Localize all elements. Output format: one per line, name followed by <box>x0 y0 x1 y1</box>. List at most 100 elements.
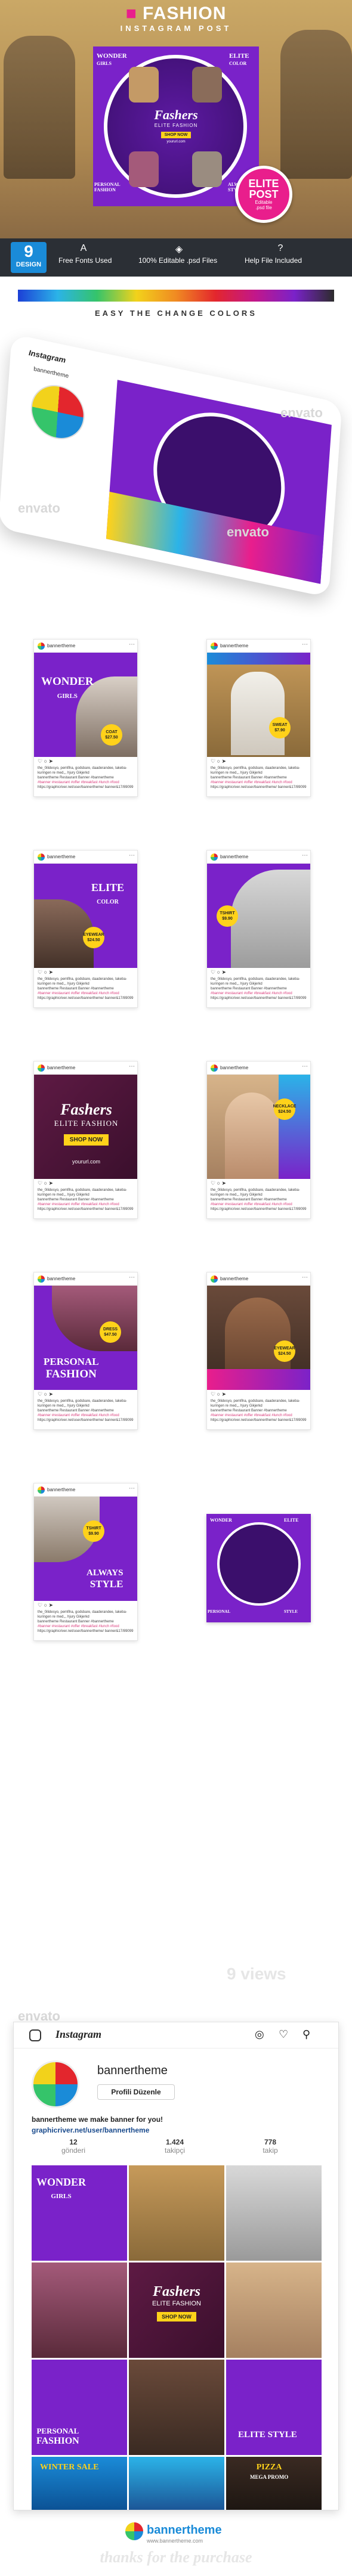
post-caption: the_0ilidesyo, pemfiha, godsbare, daader… <box>211 1399 307 1422</box>
post-center-block: Fashers ELITE FASHION SHOP NOW yoururl.c… <box>34 1101 137 1165</box>
views-watermark: 9 views <box>227 1964 286 1983</box>
post-actions[interactable]: ♡ ○ ➤ <box>211 1391 226 1398</box>
grid-cell-9[interactable]: ELITE STYLE <box>226 2360 322 2455</box>
post-header: bannertheme ⋯ <box>207 851 310 864</box>
post-card-2: bannertheme ⋯ SWEAT $7.90 ♡ ○ ➤ the_0ilide… <box>206 639 311 797</box>
page: ■ FASHION INSTAGRAM POST WONDER GIRLS ELI… <box>0 0 352 2576</box>
more-icon[interactable]: ⋯ <box>302 641 308 648</box>
post-username: bannertheme <box>47 1487 76 1492</box>
post-title: PERSONAL FASHION <box>44 1356 99 1380</box>
model-photo <box>225 1093 279 1179</box>
profile-app-name: Instagram <box>55 2028 102 2040</box>
post-username: bannertheme <box>47 854 76 859</box>
price-badge: SWEAT $7.90 <box>269 717 291 738</box>
grid-cell-title: WONDER GIRLS <box>36 2176 87 2200</box>
post-actions[interactable]: ♡ ○ ➤ <box>38 969 53 976</box>
model-photo <box>231 672 285 755</box>
post-url: yoururl.com <box>72 1159 100 1165</box>
grid-script-sub: ELITE FASHION <box>152 2300 201 2307</box>
grid-cell-10[interactable]: WINTER SALE <box>32 2457 127 2510</box>
profile-header: Instagram ◎ ♡ ⚲ <box>14 2022 338 2049</box>
post-actions[interactable]: ♡ ○ ➤ <box>211 969 226 976</box>
grid-cell-1[interactable]: WONDER GIRLS <box>32 2165 127 2261</box>
post-username: bannertheme <box>47 1065 76 1070</box>
stat-following[interactable]: 778 takip <box>246 2138 294 2155</box>
profile-avatar[interactable] <box>32 2060 79 2108</box>
post-caption: the_0ilidesyo, pemfiha, godsbare, daader… <box>38 1399 134 1422</box>
badge-line-3: Editable <box>255 200 273 205</box>
watermark-3: envato <box>227 524 269 539</box>
post-header: bannertheme ⋯ <box>207 640 310 653</box>
avatar <box>211 1064 218 1072</box>
grid-cell-8[interactable] <box>129 2360 224 2455</box>
hero-banner: ■ FASHION INSTAGRAM POST WONDER GIRLS ELI… <box>0 0 352 238</box>
post-username: bannertheme <box>220 854 249 859</box>
edit-profile-button[interactable]: Profili Düzenle <box>97 2084 175 2100</box>
post-actions[interactable]: ♡ ○ ➤ <box>38 1391 53 1398</box>
brand-url[interactable]: www.bannertheme.com <box>147 2538 203 2544</box>
post-actions[interactable]: ♡ ○ ➤ <box>211 1180 226 1187</box>
post-image: Fashers ELITE FASHION SHOP NOW yoururl.c… <box>34 1075 137 1179</box>
post-image: TSHIRT $9.90 <box>207 864 310 968</box>
post-username: bannertheme <box>47 1276 76 1281</box>
post-actions[interactable]: ♡ ○ ➤ <box>38 1180 53 1187</box>
post-actions[interactable]: ♡ ○ ➤ <box>211 758 226 765</box>
stat-followers[interactable]: 1.424 takipçi <box>151 2138 199 2155</box>
avatar <box>38 1064 45 1072</box>
grid-cell-3[interactable] <box>226 2165 322 2261</box>
post-caption: the_0ilidesyo, pemfiha, godsbare, daader… <box>211 977 307 1000</box>
post-username: bannertheme <box>47 643 76 648</box>
post-caption: the_0ilidesyo, pemfiha, godsbare, daader… <box>38 1610 134 1633</box>
post-caption: the_0ilidesyo, pemfiha, godsbare, daader… <box>38 766 134 789</box>
user-icon[interactable]: ⚲ <box>302 2028 310 2041</box>
brand-name: bannertheme <box>147 2524 222 2537</box>
post-image: PERSONAL FASHION DRESS $47.50 <box>34 1286 137 1390</box>
model-photo <box>231 870 310 968</box>
post-username: bannertheme <box>220 1065 249 1070</box>
shop-now-button[interactable]: SHOP NOW <box>63 1134 109 1146</box>
grid-cell-title: PIZZA MEGA PROMO <box>250 2463 289 2480</box>
post-header: bannertheme ⋯ <box>34 640 137 653</box>
bottom-stripe <box>207 1369 310 1390</box>
heart-icon[interactable]: ♡ <box>279 2028 288 2041</box>
grid-cell-12[interactable]: PIZZA MEGA PROMO <box>226 2457 322 2510</box>
profile-bio-link[interactable]: graphicriver.net/user/bannertheme <box>32 2126 149 2134</box>
grid-cell-11[interactable] <box>129 2457 224 2510</box>
post-image: EYEWEAR $24.50 <box>207 1286 310 1390</box>
post-actions[interactable]: ♡ ○ ➤ <box>38 758 53 765</box>
brand-logo-icon <box>125 2522 143 2540</box>
post-card-4: bannertheme ⋯ TSHIRT $9.90 ♡ ○ ➤ the_0ilid… <box>206 850 311 1008</box>
easy-change-label: EASY THE CHANGE COLORS <box>95 309 257 318</box>
watermark-2: envato <box>18 501 60 516</box>
more-icon[interactable]: ⋯ <box>129 852 135 859</box>
grid-cell-6[interactable] <box>226 2262 322 2358</box>
more-icon[interactable]: ⋯ <box>129 1274 135 1281</box>
grid-cell-5[interactable]: Fashers ELITE FASHION SHOP NOW <box>129 2262 224 2358</box>
more-icon[interactable]: ⋯ <box>302 1063 308 1070</box>
compass-icon[interactable]: ◎ <box>255 2028 264 2041</box>
model-thumb-3 <box>129 151 159 187</box>
post-header: bannertheme ⋯ <box>34 1062 137 1075</box>
more-icon[interactable]: ⋯ <box>129 1063 135 1070</box>
avatar <box>38 643 45 650</box>
badge-line-1: ELITE <box>248 178 279 190</box>
post-image: WONDER GIRLS COAT $27.50 <box>34 653 137 757</box>
post-actions[interactable]: ♡ ○ ➤ <box>38 1602 53 1609</box>
background-model-left <box>4 36 75 179</box>
composite-title-3: PERSONAL <box>208 1609 231 1614</box>
more-icon[interactable]: ⋯ <box>129 641 135 648</box>
composite-preview: WONDER ELITE PERSONAL STYLE <box>206 1514 311 1622</box>
badge-line-4: .psd file <box>255 205 272 210</box>
instagram-icon[interactable] <box>29 2029 41 2041</box>
post-script: Fashers <box>60 1101 112 1118</box>
grid-cell-2[interactable] <box>129 2165 224 2261</box>
more-icon[interactable]: ⋯ <box>129 1485 135 1492</box>
post-card-1: bannertheme ⋯ WONDER GIRLS COAT $27.50 ♡ ○ … <box>33 639 138 797</box>
more-icon[interactable]: ⋯ <box>302 852 308 859</box>
more-icon[interactable]: ⋯ <box>302 1274 308 1281</box>
grid-cell-7[interactable]: PERSONAL FASHION <box>32 2360 127 2455</box>
square-script-sub: ELITE FASHION <box>154 123 198 128</box>
post-card-9: bannertheme ⋯ ALWAYS STYLE TSHIRT $9.90 ♡ ○… <box>33 1483 138 1641</box>
grid-cell-4[interactable] <box>32 2262 127 2358</box>
grid-shop-now: SHOP NOW <box>157 2312 196 2321</box>
